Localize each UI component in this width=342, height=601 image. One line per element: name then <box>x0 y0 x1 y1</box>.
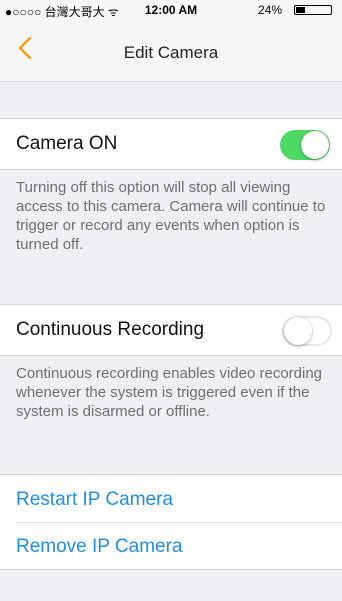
page-title: Edit Camera <box>123 43 219 62</box>
navigation-bar: Edit Camera <box>0 20 342 82</box>
status-bar: ●○○○○ 台灣大哥大 ᯤ 12:00 AM 24% <box>0 0 342 20</box>
camera-on-label: Camera ON <box>16 133 118 154</box>
camera-on-row: Camera ON <box>0 118 342 170</box>
toggle-knob <box>301 131 329 159</box>
toggle-knob <box>284 317 312 345</box>
remove-camera-button[interactable]: Remove IP Camera <box>16 536 183 558</box>
camera-on-description: Turning off this option will stop all vi… <box>16 179 326 253</box>
continuous-recording-toggle[interactable] <box>282 316 332 346</box>
continuous-recording-row: Continuous Recording <box>0 304 342 356</box>
status-time: 12:00 AM <box>144 3 198 17</box>
battery-percent: 24% <box>257 3 282 17</box>
battery-icon <box>294 5 332 15</box>
actions-group: Restart IP Camera Remove IP Camera <box>0 474 342 570</box>
divider <box>16 522 342 523</box>
continuous-recording-description: Continuous recording enables video recor… <box>16 365 323 420</box>
camera-on-toggle[interactable] <box>280 130 330 160</box>
continuous-recording-label: Continuous Recording <box>16 319 205 340</box>
restart-camera-button[interactable]: Restart IP Camera <box>16 489 173 511</box>
